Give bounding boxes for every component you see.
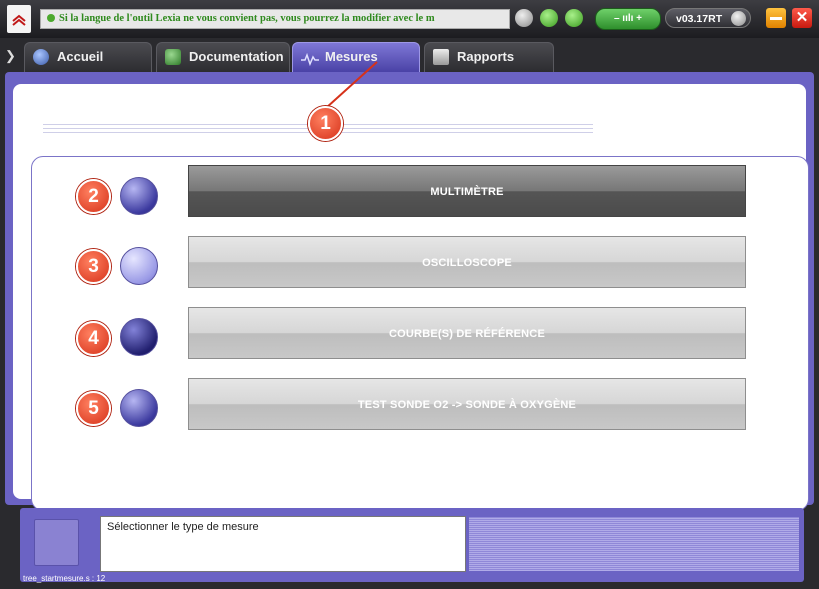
citroen-logo-icon <box>7 5 31 33</box>
callout-number: 2 <box>76 179 111 214</box>
tab-documentation-label: Documentation <box>189 49 284 64</box>
version-label: v03.17RT <box>676 13 723 25</box>
screen-code: tree_startmesure.s : 12 <box>23 574 106 583</box>
documentation-icon <box>165 49 181 65</box>
measure-type-list: 2 MULTIMÈTRE 3 OSCILLOSCOPE 4 COURBE(S) … <box>31 156 809 511</box>
tab-accueil[interactable]: Accueil <box>24 42 152 72</box>
callout-number: 4 <box>76 321 111 356</box>
tab-rapports[interactable]: Rapports <box>424 42 554 72</box>
clock-icon[interactable] <box>731 11 746 26</box>
home-icon[interactable] <box>540 9 558 27</box>
close-button[interactable]: ✕ <box>792 8 812 28</box>
marquee-text: Si la langue de l'outil Lexia ne vous co… <box>59 13 435 24</box>
tab-bar: ❯ Accueil Documentation Mesures Rapports <box>0 42 819 72</box>
multimeter-icon[interactable] <box>120 177 158 215</box>
info-marquee: Si la langue de l'outil Lexia ne vous co… <box>40 9 510 29</box>
web-icon[interactable] <box>565 9 583 27</box>
home-globe-icon <box>33 49 49 65</box>
tab-accueil-label: Accueil <box>57 49 104 64</box>
o2-sensor-test-button[interactable]: TEST SONDE O2 -> SONDE À OXYGÈNE <box>188 378 746 430</box>
version-badge: v03.17RT <box>665 8 751 28</box>
multimeter-button[interactable]: MULTIMÈTRE <box>188 165 746 217</box>
callout-number: 1 <box>308 106 343 141</box>
title-bar: Si la langue de l'outil Lexia ne vous co… <box>0 0 819 38</box>
tab-documentation[interactable]: Documentation <box>156 42 290 72</box>
status-panel: Sélectionner le type de mesure <box>20 508 804 582</box>
content-area: 2 MULTIMÈTRE 3 OSCILLOSCOPE 4 COURBE(S) … <box>13 84 809 511</box>
status-message: Sélectionner le type de mesure <box>100 516 466 572</box>
download-icon[interactable] <box>515 9 533 27</box>
status-stripes <box>468 516 800 572</box>
minimize-button[interactable] <box>766 8 786 28</box>
info-dot-icon <box>47 14 55 22</box>
oscilloscope-icon[interactable] <box>120 247 158 285</box>
report-icon <box>433 49 449 65</box>
waveform-icon <box>301 49 319 67</box>
reference-curve-icon[interactable] <box>120 318 158 356</box>
main-panel: 2 MULTIMÈTRE 3 OSCILLOSCOPE 4 COURBE(S) … <box>5 72 814 511</box>
tab-rapports-label: Rapports <box>457 49 515 64</box>
status-square <box>34 519 79 566</box>
battery-gauge-icon: – ıılı + <box>595 8 661 30</box>
oscilloscope-button[interactable]: OSCILLOSCOPE <box>188 236 746 288</box>
tab-mesures-label: Mesures <box>325 49 378 64</box>
tab-mesures[interactable]: Mesures <box>292 42 420 72</box>
callout-number: 3 <box>76 249 111 284</box>
oxygen-sensor-icon[interactable] <box>120 389 158 427</box>
minimize-icon <box>770 17 782 20</box>
chevron-down-icon[interactable]: ❯ <box>5 48 16 64</box>
reference-curves-button[interactable]: COURBE(S) DE RÉFÉRENCE <box>188 307 746 359</box>
callout-number: 5 <box>76 391 111 426</box>
